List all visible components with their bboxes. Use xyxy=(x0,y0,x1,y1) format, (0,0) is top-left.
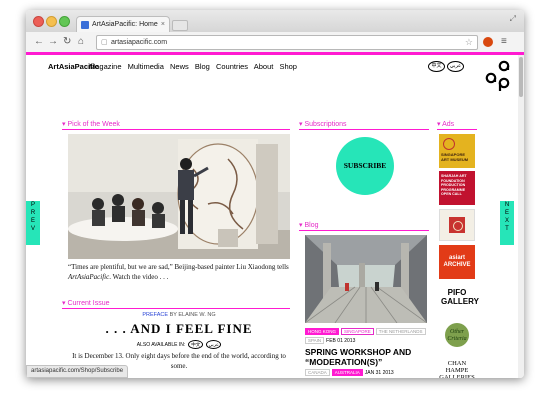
browser-window: ArtAsiaPacific: Home × ⤢ ← → ↻ ⌂ ▢ artas… xyxy=(26,10,524,378)
blog-post-image[interactable] xyxy=(305,235,427,323)
browser-toolbar: ← → ↻ ⌂ ▢ artasiapacific.com ☆ ≡ xyxy=(26,32,524,53)
forward-button[interactable]: → xyxy=(48,35,58,49)
tag-netherlands[interactable]: THE NETHERLANDS xyxy=(375,328,426,335)
fullscreen-icon[interactable]: ⤢ xyxy=(510,14,516,24)
also-available: ALSO AVAILABLE IN: 中文 عربي xyxy=(68,340,290,349)
nav-countries[interactable]: Countries xyxy=(216,62,248,71)
blog-photo xyxy=(305,235,427,323)
ad-label: CHAN HAMPE GALLERIES xyxy=(439,360,475,378)
zoom-window-button[interactable] xyxy=(59,16,70,27)
issue-heading: ▾ Current Issue xyxy=(62,300,110,307)
ads-heading: ▾ Ads xyxy=(437,121,455,128)
blog-tags-second: CANADA AUSTRALIA JAN 31 2013 xyxy=(305,369,435,378)
author-byline: BY ELAINE W. NG xyxy=(169,312,216,318)
nav-about[interactable]: About xyxy=(254,62,274,71)
close-window-button[interactable] xyxy=(33,16,44,27)
aap-logo-icon[interactable] xyxy=(484,60,512,92)
next-button[interactable]: NEXT xyxy=(500,201,514,245)
issue-lang-arabic-button[interactable]: عربي xyxy=(206,340,222,349)
nav-news[interactable]: News xyxy=(170,62,189,71)
lang-chinese-button[interactable]: 中文 xyxy=(428,61,445,72)
tag-singapore[interactable]: SINGAPORE xyxy=(341,328,374,335)
nav-shop[interactable]: Shop xyxy=(279,62,297,71)
status-bar: artasiapacific.com/Shop/Subscribe xyxy=(26,365,129,378)
minimize-window-button[interactable] xyxy=(46,16,57,27)
ad-pifo-gallery[interactable]: PIFO GALLERY xyxy=(439,283,479,317)
nav-magazine[interactable]: Magazine xyxy=(89,62,122,71)
pick-caption: “Times are plentiful, but we are sad,” B… xyxy=(68,263,289,281)
ad-asia-art-archive[interactable]: asiart ARCHIVE xyxy=(439,245,475,279)
tab-close-icon[interactable]: × xyxy=(161,17,165,33)
tag-hong-kong[interactable]: HONG KONG xyxy=(305,328,340,335)
ad-label: SHARJAH ART FOUNDATION PRODUCTION PROGRA… xyxy=(441,174,467,197)
pick-of-week-image[interactable] xyxy=(68,134,290,259)
page-scrollbar[interactable] xyxy=(518,55,524,378)
subscribe-button[interactable]: SUBSCRIBE xyxy=(336,137,394,195)
seal-circle-icon xyxy=(453,221,463,231)
preface-link[interactable]: PREFACE xyxy=(142,312,168,318)
nav-multimedia[interactable]: Multimedia xyxy=(128,62,164,71)
preface-line: PREFACE BY ELAINE W. NG xyxy=(68,312,290,318)
issue-divider xyxy=(62,308,290,309)
blog-tags: HONG KONG SINGAPORE THE NETHERLANDS SPAIN FE… xyxy=(305,328,435,346)
page-icon: ▢ xyxy=(101,39,108,46)
blog-heading: ▾ Blog xyxy=(299,222,319,229)
pick-heading: ▾ Pick of the Week xyxy=(62,121,120,128)
lang-arabic-button[interactable]: عربي xyxy=(447,61,464,72)
subscriptions-divider xyxy=(299,129,429,130)
ad-red-square[interactable] xyxy=(439,209,475,241)
nav-blog[interactable]: Blog xyxy=(195,62,210,71)
pick-divider xyxy=(62,129,290,130)
blog-date-second: JAN 31 2013 xyxy=(364,370,394,376)
browser-tab[interactable]: ArtAsiaPacific: Home × xyxy=(76,16,170,33)
scrollbar-thumb[interactable] xyxy=(519,57,523,97)
artist-painting-photo xyxy=(68,134,290,259)
main-nav: Magazine Multimedia News Blog Countries … xyxy=(89,62,301,71)
ad-chan-hampe-galleries[interactable]: CHAN HAMPE GALLERIES xyxy=(439,359,475,378)
address-bar[interactable]: ▢ artasiapacific.com ☆ xyxy=(96,35,478,50)
ad-label: asiart ARCHIVE xyxy=(443,255,471,268)
home-button[interactable]: ⌂ xyxy=(78,35,84,49)
ad-label: Other Criteria xyxy=(447,329,467,342)
site-favicon-icon xyxy=(81,21,89,29)
reload-button[interactable]: ↻ xyxy=(63,35,71,49)
tag-canada[interactable]: CANADA xyxy=(305,369,330,376)
ad-label: SINGAPORE ART MUSEUM xyxy=(441,152,469,162)
issue-lang-chinese-button[interactable]: 中文 xyxy=(188,340,204,349)
blog-date: FEB 01 2013 xyxy=(326,338,356,344)
url-text[interactable]: artasiapacific.com xyxy=(111,36,167,49)
blog-divider xyxy=(299,230,429,231)
web-page: ArtAsiaPacific Magazine Multimedia News … xyxy=(26,55,518,378)
tag-australia[interactable]: AUSTRALIA xyxy=(331,369,363,376)
subscriptions-heading: ▾ Subscriptions xyxy=(299,121,347,128)
extension-icon[interactable] xyxy=(483,37,493,47)
tag-spain[interactable]: SPAIN xyxy=(305,337,325,344)
tab-title: ArtAsiaPacific: Home xyxy=(92,21,158,28)
issue-headline[interactable]: . . . AND I FEEL FINE xyxy=(68,321,290,337)
new-tab-button[interactable] xyxy=(172,20,188,31)
ad-other-criteria[interactable]: Other Criteria xyxy=(439,321,475,355)
blog-title[interactable]: SPRING WORKSHOP AND “MODERATION(S)” xyxy=(305,347,435,367)
bookmark-star-icon[interactable]: ☆ xyxy=(465,36,473,49)
museum-circle-icon xyxy=(443,138,455,150)
ad-singapore-art-museum[interactable]: SINGAPORE ART MUSEUM xyxy=(439,134,475,168)
ad-label: PIFO GALLERY xyxy=(441,288,479,306)
ads-divider xyxy=(437,129,477,130)
browser-menu-icon[interactable]: ≡ xyxy=(501,36,507,47)
prev-button[interactable]: PREV xyxy=(26,201,40,245)
title-bar: ArtAsiaPacific: Home × ⤢ xyxy=(26,10,524,33)
ad-sharjah-art-foundation[interactable]: SHARJAH ART FOUNDATION PRODUCTION PROGRA… xyxy=(439,171,475,205)
back-button[interactable]: ← xyxy=(34,35,44,49)
